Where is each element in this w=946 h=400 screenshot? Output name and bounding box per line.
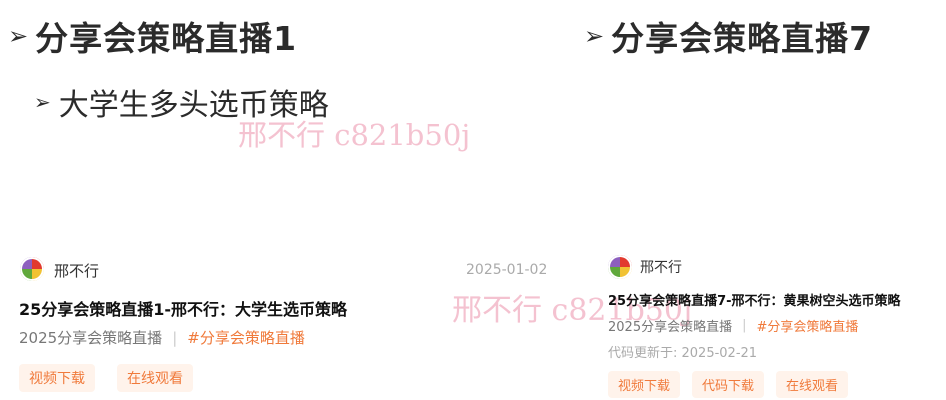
post-title[interactable]: 25分享会策略直播7-邢不行：黄果树空头选币策略 bbox=[608, 290, 901, 309]
watch-online-button[interactable]: 在线观看 bbox=[776, 371, 849, 398]
watermark-text: 邢不行 c821b50j bbox=[238, 118, 471, 152]
post-title[interactable]: 25分享会策略直播1-邢不行：大学生选币策略 bbox=[19, 296, 347, 320]
post-category[interactable]: 2025分享会策略直播 bbox=[19, 327, 162, 348]
right-heading-text: 分享会策略直播7 bbox=[611, 19, 874, 58]
code-download-button[interactable]: 代码下载 bbox=[692, 371, 765, 398]
post-date: 2025-01-02 bbox=[466, 262, 548, 278]
meta-separator: | bbox=[172, 328, 178, 347]
post-category[interactable]: 2025分享会策略直播 bbox=[608, 316, 732, 335]
author-avatar[interactable] bbox=[20, 257, 44, 281]
code-update-date: 代码更新于: 2025-02-21 bbox=[608, 346, 758, 361]
post-tag[interactable]: #分享会策略直播 bbox=[756, 316, 858, 335]
author-name[interactable]: 邢不行 bbox=[54, 260, 99, 281]
video-download-button[interactable]: 视频下载 bbox=[608, 371, 681, 398]
arrow-bullet-icon: ➢ bbox=[584, 22, 606, 50]
right-section-heading: ➢ 分享会策略直播7 bbox=[584, 12, 873, 60]
arrow-bullet-icon: ➢ bbox=[34, 90, 51, 114]
left-heading-text: 分享会策略直播1 bbox=[35, 19, 298, 58]
post-meta: 2025分享会策略直播 | #分享会策略直播 bbox=[608, 316, 858, 335]
video-download-button[interactable]: 视频下载 bbox=[19, 364, 95, 392]
post-tag[interactable]: #分享会策略直播 bbox=[187, 327, 305, 348]
author-avatar[interactable] bbox=[608, 255, 632, 279]
watch-online-button[interactable]: 在线观看 bbox=[117, 364, 193, 392]
arrow-bullet-icon: ➢ bbox=[8, 22, 30, 50]
left-section-heading: ➢ 分享会策略直播1 bbox=[8, 12, 297, 60]
post-meta: 2025分享会策略直播 | #分享会策略直播 bbox=[19, 327, 305, 348]
author-name[interactable]: 邢不行 bbox=[640, 257, 682, 277]
meta-separator: | bbox=[742, 318, 747, 333]
